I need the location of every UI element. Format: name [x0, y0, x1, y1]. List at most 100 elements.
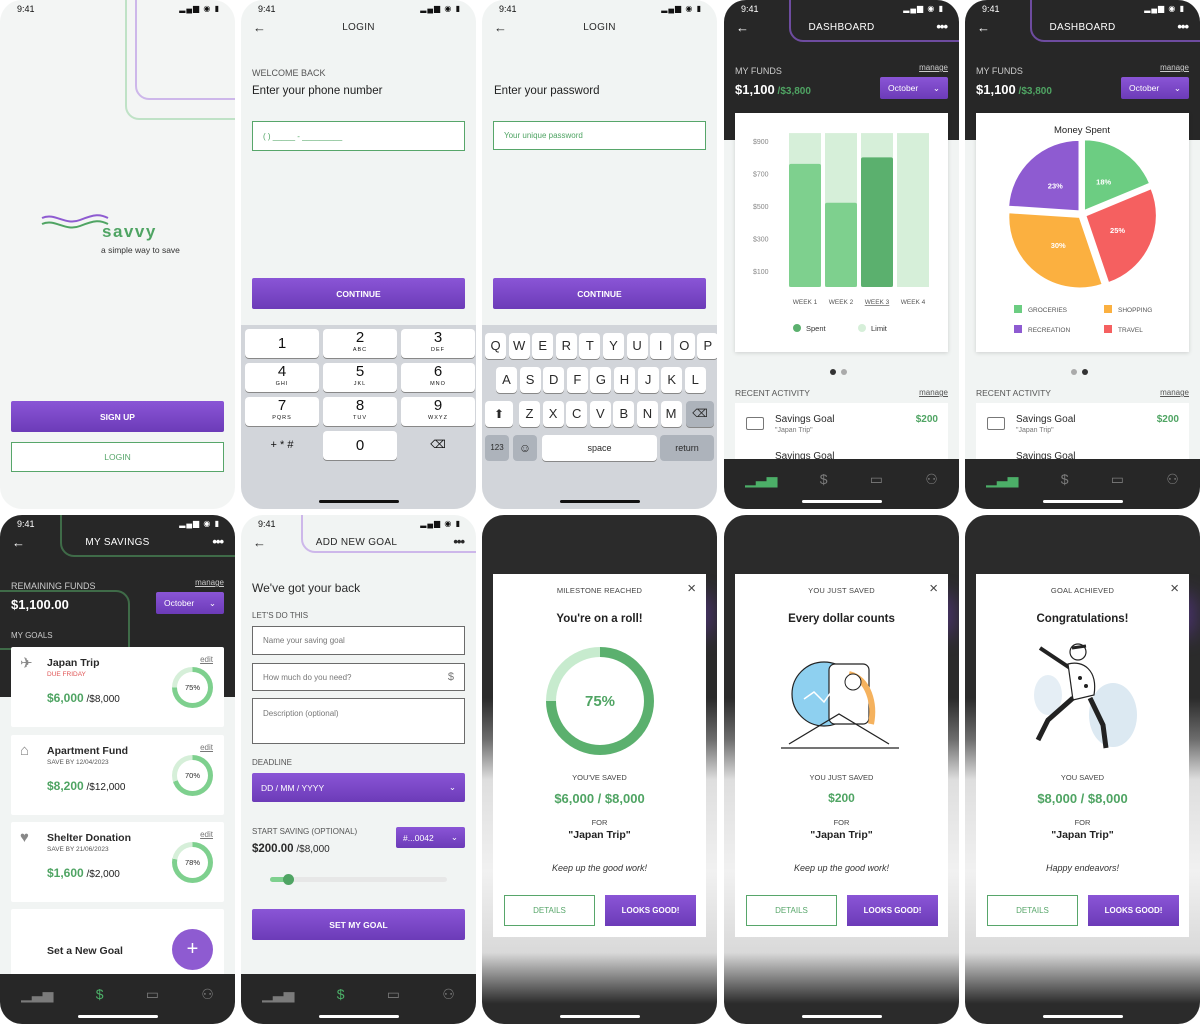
goal-amount-input[interactable]: How much do you need? $	[252, 663, 465, 691]
key-m[interactable]: M	[660, 401, 682, 427]
description-input[interactable]: Description (optional)	[252, 698, 465, 744]
card-icon[interactable]: ▭	[146, 986, 159, 1003]
chart-icon[interactable]: ▁▃▅	[986, 471, 1018, 488]
more-options-icon[interactable]: •••	[936, 19, 948, 34]
key-u[interactable]: U	[626, 333, 648, 359]
close-icon[interactable]: ×	[687, 580, 696, 597]
login-button[interactable]: LOGIN	[11, 442, 224, 472]
keypad-key-0[interactable]: 0	[323, 431, 397, 460]
key-k[interactable]: K	[661, 367, 683, 393]
profile-icon[interactable]: ⚇	[442, 986, 455, 1003]
key-y[interactable]: Y	[603, 333, 624, 359]
details-button[interactable]: DETAILS	[746, 895, 837, 926]
key-b[interactable]: B	[613, 401, 635, 427]
more-options-icon[interactable]: •••	[212, 534, 224, 549]
chart-icon[interactable]: ▁▃▅	[21, 986, 53, 1003]
key-q[interactable]: Q	[485, 333, 506, 359]
shift-icon[interactable]: ⬆	[485, 401, 513, 427]
set-goal-button[interactable]: SET MY GOAL	[252, 909, 465, 940]
goal-card[interactable]: ✈ Japan Trip DUE FRIDAY $6,000 /$8,000 edit 7…	[11, 647, 224, 727]
keypad-key-6[interactable]: 6 MNO	[401, 363, 475, 392]
activity-item[interactable]: Savings Goal "Japan Trip" $200 Savings G…	[735, 403, 948, 463]
keypad-key-3[interactable]: 3 DEF	[401, 329, 475, 358]
card-icon[interactable]: ▭	[387, 986, 400, 1003]
key-t[interactable]: T	[579, 333, 601, 359]
looks-good-button[interactable]: LOOKS GOOD!	[1088, 895, 1179, 926]
looks-good-button[interactable]: LOOKS GOOD!	[847, 895, 938, 926]
slider-handle[interactable]	[282, 874, 294, 885]
key-v[interactable]: V	[589, 401, 611, 427]
emoji-icon[interactable]: ☺	[513, 435, 537, 461]
pager-dot-active[interactable]	[1082, 369, 1088, 375]
delete-key-icon[interactable]: ⌫	[686, 401, 714, 427]
month-dropdown[interactable]: October ⌄	[880, 77, 948, 99]
numbers-key[interactable]: 123	[485, 435, 509, 461]
new-goal-card[interactable]: Set a New Goal +	[11, 909, 224, 979]
keypad-key-2[interactable]: 2 ABC	[323, 329, 397, 358]
return-key[interactable]: return	[660, 435, 714, 461]
card-icon[interactable]: ▭	[870, 471, 883, 488]
key-o[interactable]: O	[673, 333, 695, 359]
details-button[interactable]: DETAILS	[987, 895, 1078, 926]
keypad-key-7[interactable]: 7 PQRS	[245, 397, 319, 426]
goal-name-input[interactable]: Name your saving goal	[252, 626, 465, 655]
month-dropdown[interactable]: October ⌄	[1121, 77, 1189, 99]
amount-slider[interactable]	[270, 874, 447, 885]
key-n[interactable]: N	[637, 401, 658, 427]
key-z[interactable]: Z	[519, 401, 540, 427]
key-c[interactable]: C	[566, 401, 588, 427]
pager-dot[interactable]	[841, 369, 847, 375]
money-bag-icon[interactable]: $	[820, 471, 828, 487]
chart-icon[interactable]: ▁▃▅	[262, 986, 294, 1003]
continue-button[interactable]: CONTINUE	[252, 278, 465, 309]
phone-input[interactable]: ( ) _____ - _________	[252, 121, 465, 151]
keypad-key-5[interactable]: 5 JKL	[323, 363, 397, 392]
money-bag-icon[interactable]: $	[1061, 471, 1069, 487]
signup-button[interactable]: SIGN UP	[11, 401, 224, 432]
more-options-icon[interactable]: •••	[1177, 19, 1189, 34]
key-e[interactable]: E	[532, 333, 554, 359]
manage-link[interactable]: manage	[919, 388, 948, 397]
key-h[interactable]: H	[614, 367, 635, 393]
card-icon[interactable]: ▭	[1111, 471, 1124, 488]
details-button[interactable]: DETAILS	[504, 895, 595, 926]
key-r[interactable]: R	[555, 333, 577, 359]
keypad-key-9[interactable]: 9 WXYZ	[401, 397, 475, 426]
looks-good-button[interactable]: LOOKS GOOD!	[605, 895, 696, 926]
add-goal-button[interactable]: +	[172, 929, 213, 970]
manage-link[interactable]: manage	[1160, 388, 1189, 397]
key-i[interactable]: I	[650, 333, 672, 359]
more-options-icon[interactable]: •••	[453, 534, 465, 549]
key-w[interactable]: W	[508, 333, 530, 359]
key-s[interactable]: S	[519, 367, 541, 393]
manage-link[interactable]: manage	[195, 578, 224, 587]
key-l[interactable]: L	[684, 367, 706, 393]
close-icon[interactable]: ×	[929, 580, 938, 597]
deadline-picker[interactable]: DD / MM / YYYY ⌄	[252, 773, 465, 802]
pager-dot[interactable]	[1071, 369, 1077, 375]
key-d[interactable]: D	[543, 367, 565, 393]
keypad-key-1[interactable]: 1	[245, 329, 319, 358]
activity-item[interactable]: Savings Goal "Japan Trip" $200 Savings G…	[976, 403, 1189, 463]
edit-link[interactable]: edit	[200, 830, 213, 839]
key-a[interactable]: A	[496, 367, 517, 393]
key-f[interactable]: F	[566, 367, 588, 393]
profile-icon[interactable]: ⚇	[925, 471, 938, 488]
close-icon[interactable]: ×	[1170, 580, 1179, 597]
manage-link[interactable]: manage	[1160, 63, 1189, 72]
key-j[interactable]: J	[637, 367, 659, 393]
pager-dot-active[interactable]	[830, 369, 836, 375]
key-p[interactable]: P	[697, 333, 717, 359]
profile-icon[interactable]: ⚇	[1166, 471, 1179, 488]
profile-icon[interactable]: ⚇	[201, 986, 214, 1003]
account-dropdown[interactable]: #...0042 ⌄	[396, 827, 465, 848]
keypad-key-delete[interactable]: ⌫	[401, 431, 475, 460]
key-g[interactable]: G	[590, 367, 612, 393]
chart-icon[interactable]: ▁▃▅	[745, 471, 777, 488]
edit-link[interactable]: edit	[200, 743, 213, 752]
password-input[interactable]: Your unique password	[493, 121, 706, 150]
goal-card[interactable]: ♥ Shelter Donation SAVE BY 21/06/2023 $1,60…	[11, 822, 224, 902]
manage-link[interactable]: manage	[919, 63, 948, 72]
keypad-key-8[interactable]: 8 TUV	[323, 397, 397, 426]
keypad-key-symbols[interactable]: + * #	[245, 431, 319, 460]
